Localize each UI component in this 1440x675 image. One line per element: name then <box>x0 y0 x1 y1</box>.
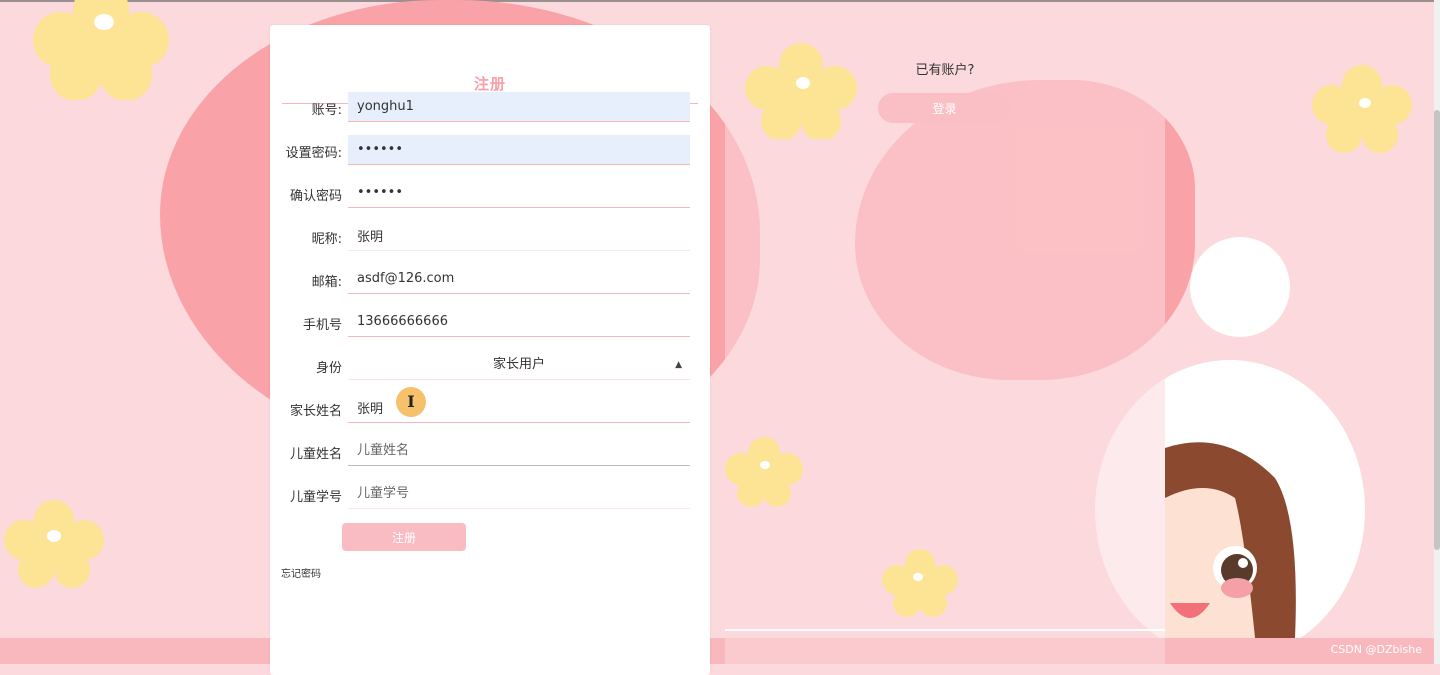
role-select[interactable]: 家长用户 ▲ <box>348 350 690 380</box>
confirm-password-label: 确认密码 <box>289 189 342 204</box>
flower-decoration <box>882 549 958 617</box>
bottom-band <box>0 638 1440 664</box>
login-panel: 已有账户? 登录 <box>725 25 1165 675</box>
confirm-password-input[interactable] <box>348 178 690 208</box>
form-row-nickname: 昵称: <box>270 221 710 253</box>
top-border <box>0 0 1440 2</box>
login-button[interactable]: 登录 <box>878 93 1011 123</box>
phone-input[interactable] <box>348 307 690 337</box>
nickname-input[interactable] <box>348 221 690 251</box>
password-input[interactable] <box>348 135 690 165</box>
forgot-password-link[interactable]: 忘记密码 <box>281 565 321 580</box>
flower-decoration <box>1312 65 1412 153</box>
register-title: 注册 <box>473 75 506 93</box>
text-cursor-icon: I <box>396 387 426 417</box>
role-label: 身份 <box>315 361 342 376</box>
sort-arrows-icon: ▲ <box>675 360 682 370</box>
has-account-text: 已有账户? <box>915 63 975 78</box>
form-row-email: 邮箱: <box>270 264 710 296</box>
scrollbar-thumb[interactable] <box>1434 110 1440 550</box>
account-label: 账号: <box>311 103 342 118</box>
password-label: 设置密码: <box>285 146 342 161</box>
child-name-input[interactable] <box>348 436 690 466</box>
child-name-label: 儿童姓名 <box>289 447 342 462</box>
child-id-input[interactable] <box>348 479 690 509</box>
form-row-role: 身份 家长用户 ▲ <box>270 350 710 382</box>
parent-name-label: 家长姓名 <box>289 404 342 419</box>
flower-decoration <box>745 43 857 139</box>
flower-decoration <box>33 0 169 100</box>
email-input[interactable] <box>348 264 690 294</box>
watermark: CSDN @DZbishe <box>1330 643 1422 656</box>
role-selected-value: 家长用户 <box>492 357 545 372</box>
panel-divider <box>725 629 1165 631</box>
background-circle <box>1190 237 1290 337</box>
nickname-label: 昵称: <box>311 232 342 247</box>
form-row-account: 账号: <box>270 92 710 124</box>
form-row-password: 设置密码: <box>270 135 710 167</box>
form-row-child-id: 儿童学号 <box>270 479 710 511</box>
form-row-child-name: 儿童姓名 <box>270 436 710 468</box>
flower-decoration <box>4 500 104 588</box>
form-row-confirm-password: 确认密码 <box>270 178 710 210</box>
register-button[interactable]: 注册 <box>342 523 466 551</box>
account-input[interactable] <box>348 92 690 122</box>
flower-decoration <box>725 437 803 507</box>
phone-label: 手机号 <box>302 318 342 333</box>
form-row-parent-name: 家长姓名 <box>270 393 710 425</box>
form-row-phone: 手机号 <box>270 307 710 339</box>
email-label: 邮箱: <box>311 275 342 290</box>
girl-illustration <box>1165 442 1296 638</box>
child-id-label: 儿童学号 <box>289 490 342 505</box>
register-panel: 注册 账号: 设置密码: 确认密码 昵称: 邮箱: 手机号 身份 家长用户 ▲ … <box>270 25 710 675</box>
